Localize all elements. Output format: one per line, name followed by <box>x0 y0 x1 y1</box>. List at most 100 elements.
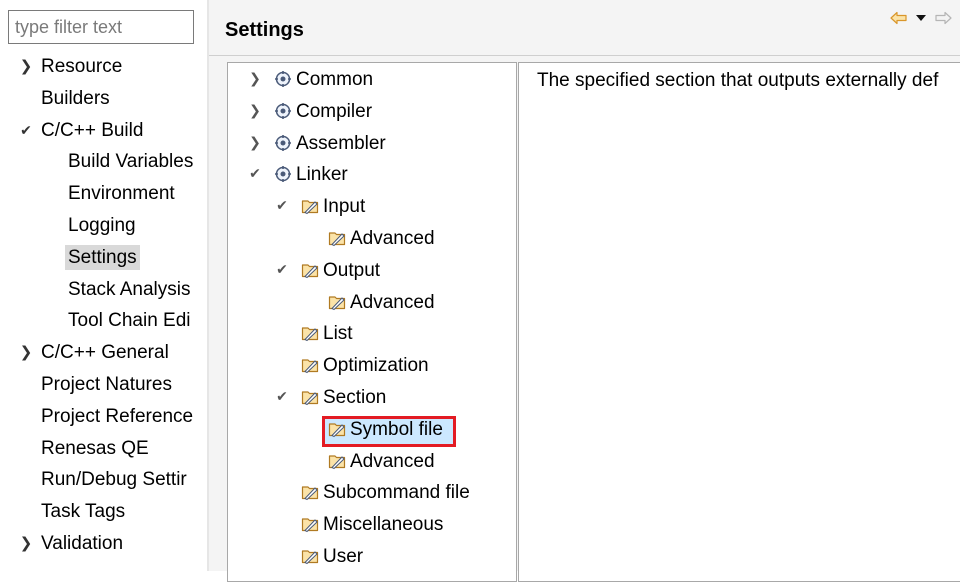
nav-item-run-debug-settings[interactable]: Run/Debug Settir <box>0 464 208 496</box>
nav-item-settings[interactable]: Settings <box>0 242 208 274</box>
arrow-forward-icon <box>934 9 952 27</box>
tree-node-label: List <box>323 323 353 345</box>
tree-node-label: Subcommand file <box>323 482 470 504</box>
filter-input[interactable] <box>9 11 193 43</box>
tool-icon <box>275 134 291 151</box>
nav-item-resource[interactable]: ❯ Resource <box>0 51 208 83</box>
nav-item-tool-chain-editor[interactable]: Tool Chain Edi <box>0 305 208 337</box>
tree-node-linker-output[interactable]: ✔ Output <box>228 255 516 287</box>
nav-item-build-variables[interactable]: Build Variables <box>0 146 208 178</box>
nav-item-builders[interactable]: Builders <box>0 83 208 115</box>
tree-node-section-advanced[interactable]: Advanced <box>228 446 516 478</box>
tree-node-label: Output <box>323 259 381 281</box>
nav-item-cpp-build[interactable]: ✔ C/C++ Build <box>0 115 208 147</box>
tree-node-label: Compiler <box>296 100 373 122</box>
option-category-icon <box>328 454 346 469</box>
tree-node-linker-list[interactable]: List <box>228 318 516 350</box>
nav-item-label: Build Variables <box>68 151 194 173</box>
tree-node-linker-section[interactable]: ✔ Section <box>228 382 516 414</box>
option-category-icon <box>301 200 319 215</box>
property-navigation-pane: ❯ Resource Builders ✔ C/C++ Build Build … <box>0 0 208 571</box>
option-category-icon <box>301 550 319 565</box>
option-category-icon <box>328 232 346 247</box>
nav-item-label: Tool Chain Edi <box>68 310 191 332</box>
chevron-down-icon[interactable]: ✔ <box>248 165 262 182</box>
tree-node-label: Symbol file <box>350 418 443 440</box>
nav-item-label: Renesas QE <box>41 437 149 459</box>
option-description-text: The specified section that outputs exter… <box>537 70 939 91</box>
tree-node-linker-optimization[interactable]: Optimization <box>228 350 516 382</box>
nav-item-label: Stack Analysis <box>68 278 191 300</box>
nav-item-label: C/C++ Build <box>41 119 144 141</box>
tree-node-linker-input[interactable]: ✔ Input <box>228 191 516 223</box>
nav-item-label: Resource <box>41 56 123 77</box>
nav-item-environment[interactable]: Environment <box>0 178 208 210</box>
option-category-icon <box>301 264 319 278</box>
tree-node-label: Advanced <box>350 291 435 313</box>
chevron-right-icon[interactable]: ❯ <box>248 134 262 151</box>
option-category-icon <box>301 359 319 374</box>
nav-item-cpp-general[interactable]: ❯ C/C++ General <box>0 337 208 369</box>
tool-icon <box>275 166 291 183</box>
tree-node-label: Miscellaneous <box>323 514 444 536</box>
nav-item-label: Run/Debug Settir <box>41 469 187 491</box>
nav-item-project-references[interactable]: Project Reference <box>0 401 208 433</box>
tree-node-label: Advanced <box>350 450 435 472</box>
chevron-right-icon[interactable]: ❯ <box>18 337 34 369</box>
tree-node-linker-miscellaneous[interactable]: Miscellaneous <box>228 509 516 541</box>
nav-item-logging[interactable]: Logging <box>0 210 208 242</box>
tree-node-label: Common <box>296 69 374 90</box>
chevron-right-icon[interactable]: ❯ <box>248 70 262 87</box>
nav-item-label: Logging <box>68 214 136 236</box>
chevron-down-icon[interactable]: ✔ <box>18 115 34 147</box>
tree-node-label: Optimization <box>323 355 429 377</box>
option-category-icon <box>301 327 319 342</box>
option-category-icon <box>301 391 319 406</box>
nav-item-label: Project Reference <box>41 405 194 427</box>
property-page-tree: ❯ Resource Builders ✔ C/C++ Build Build … <box>0 51 208 560</box>
tool-icon <box>275 71 291 87</box>
tree-node-label: Section <box>323 386 387 408</box>
filter-field[interactable] <box>8 10 194 44</box>
tree-node-label: Linker <box>296 164 348 186</box>
page-title: Settings <box>225 19 304 41</box>
chevron-down-icon[interactable]: ✔ <box>275 197 289 214</box>
tree-node-assembler[interactable]: ❯ Assembler <box>228 128 516 160</box>
tree-node-label: Input <box>323 196 366 218</box>
tree-node-section-symbol-file[interactable]: Symbol file <box>228 414 516 447</box>
nav-item-label: Task Tags <box>41 501 126 523</box>
nav-item-task-tags[interactable]: Task Tags <box>0 496 208 528</box>
chevron-down-icon[interactable]: ✔ <box>275 388 289 405</box>
tree-node-linker-subcommand-file[interactable]: Subcommand file <box>228 477 516 509</box>
chevron-down-icon[interactable]: ✔ <box>275 261 289 278</box>
nav-item-label: Settings <box>65 244 140 270</box>
tree-node-common[interactable]: ❯ Common <box>228 64 516 96</box>
chevron-right-icon[interactable]: ❯ <box>18 51 34 83</box>
option-category-icon <box>328 423 346 437</box>
chevron-right-icon[interactable]: ❯ <box>18 528 34 560</box>
arrow-back-icon[interactable] <box>890 9 908 27</box>
tree-node-compiler[interactable]: ❯ Compiler <box>228 96 516 128</box>
tool-settings-tree: ❯ Common ❯ Compiler ❯ Assembler ✔ Linker… <box>227 62 517 582</box>
option-category-icon <box>301 486 319 501</box>
chevron-right-icon[interactable]: ❯ <box>248 102 262 119</box>
nav-item-label: C/C++ General <box>41 342 169 364</box>
tree-node-label: Assembler <box>296 132 386 154</box>
tree-node-input-advanced[interactable]: Advanced <box>228 223 516 255</box>
nav-item-label: Environment <box>68 183 175 205</box>
tool-icon <box>275 102 291 119</box>
nav-item-label: Validation <box>41 532 124 554</box>
history-nav <box>890 9 952 27</box>
option-description-panel: The specified section that outputs exter… <box>518 62 960 582</box>
tree-node-linker[interactable]: ✔ Linker <box>228 159 516 191</box>
nav-item-label: Builders <box>41 87 110 109</box>
nav-item-label: Project Natures <box>41 373 172 395</box>
nav-item-validation[interactable]: ❯ Validation <box>0 528 208 560</box>
nav-item-stack-analysis[interactable]: Stack Analysis <box>0 274 208 306</box>
tree-node-output-advanced[interactable]: Advanced <box>228 287 516 319</box>
tree-node-label: Advanced <box>350 227 435 249</box>
nav-item-renesas-qe[interactable]: Renesas QE <box>0 433 208 465</box>
nav-item-project-natures[interactable]: Project Natures <box>0 369 208 401</box>
dropdown-triangle-icon[interactable] <box>912 9 930 27</box>
tree-node-linker-user[interactable]: User <box>228 541 516 573</box>
